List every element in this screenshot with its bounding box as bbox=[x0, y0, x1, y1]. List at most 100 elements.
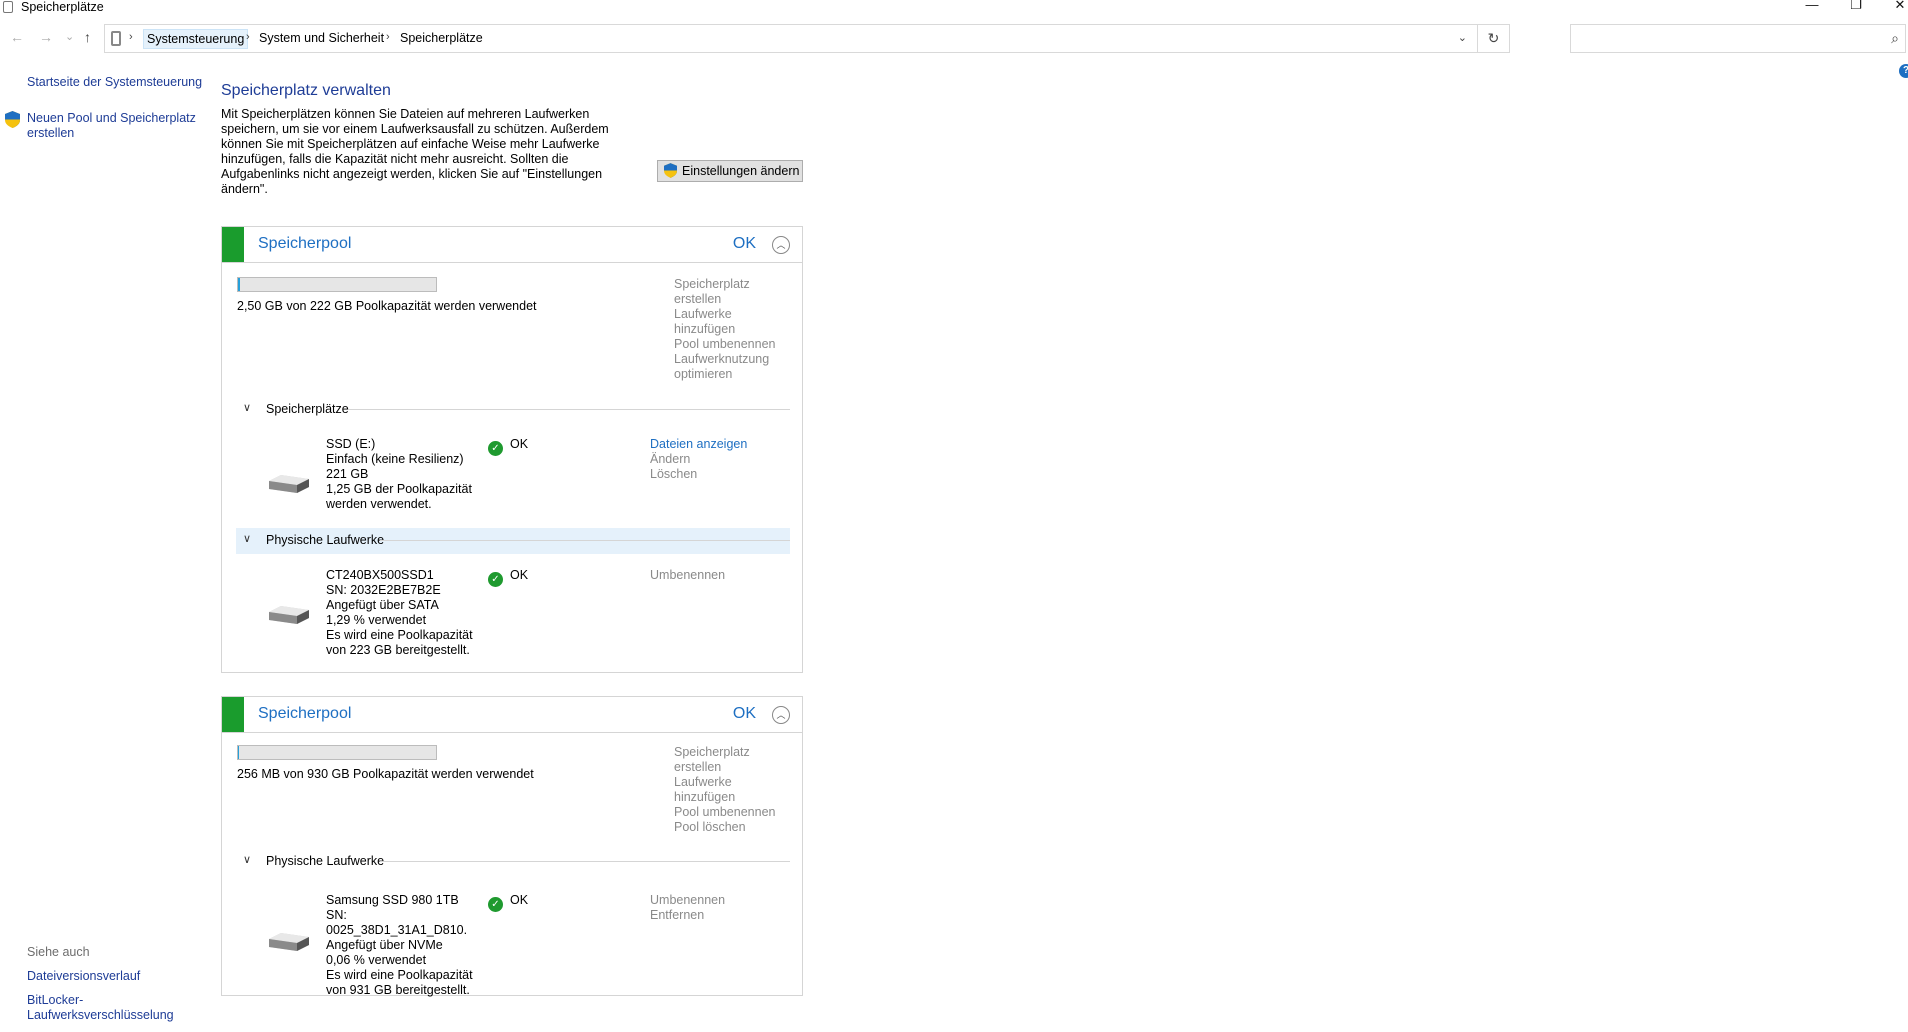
drive-model: CT240BX500SSD1 bbox=[326, 568, 434, 582]
ok-check-icon: ✓ bbox=[488, 897, 503, 912]
drive-serial: SN: 2032E2BE7B2E bbox=[326, 583, 441, 597]
drive-icon bbox=[269, 475, 309, 493]
space-size: 221 GB bbox=[326, 467, 369, 481]
pool-name: Speicherpool bbox=[258, 235, 352, 252]
sidebar-link-file-history[interactable]: Dateiversionsverlauf bbox=[27, 969, 140, 984]
uac-shield-icon bbox=[664, 163, 677, 178]
collapse-icon[interactable]: ︿ bbox=[772, 706, 790, 724]
storage-pool-card: Speicherpool OK ︿ 256 MB von 930 GB Pool… bbox=[221, 696, 803, 998]
sidebar-link-new-pool[interactable]: Neuen Pool und Speicherplatz erstellen bbox=[27, 111, 197, 141]
chevron-down-icon[interactable]: ∨ bbox=[243, 401, 251, 414]
pool-status: OK bbox=[732, 235, 756, 252]
pool-usage-text: 2,50 GB von 222 GB Poolkapazität werden … bbox=[237, 299, 537, 313]
chevron-down-icon[interactable]: ∨ bbox=[243, 853, 251, 866]
drive-serial: SN: 0025_38D1_31A1_D810. bbox=[326, 908, 468, 937]
action-rename-drive[interactable]: Umbenennen bbox=[650, 568, 725, 583]
section-physical-drives[interactable]: ∨ Physische Laufwerke bbox=[236, 849, 790, 875]
pool-health-bar bbox=[222, 227, 244, 262]
section-divider bbox=[380, 540, 790, 541]
pool-actions: Speicherplatz erstellen Laufwerke hinzuf… bbox=[674, 745, 794, 835]
drive-capacity: Es wird eine Poolkapazität von 931 GB be… bbox=[326, 968, 473, 997]
storage-spaces-icon bbox=[3, 1, 13, 13]
pool-usage-bar bbox=[237, 277, 437, 292]
action-optimize-usage[interactable]: Laufwerknutzung optimieren bbox=[674, 352, 794, 382]
close-button[interactable]: ✕ bbox=[1880, 0, 1908, 13]
ok-check-icon: ✓ bbox=[488, 441, 503, 456]
sidebar-link-home[interactable]: Startseite der Systemsteuerung bbox=[27, 75, 202, 90]
action-add-drives[interactable]: Laufwerke hinzufügen bbox=[674, 307, 794, 337]
action-rename-pool[interactable]: Pool umbenennen bbox=[674, 805, 794, 820]
drive-model: Samsung SSD 980 1TB bbox=[326, 893, 459, 907]
pool-health-bar bbox=[222, 697, 244, 732]
see-also-heading: Siehe auch bbox=[27, 945, 90, 959]
ok-check-icon: ✓ bbox=[488, 572, 503, 587]
drive-bus: Angefügt über NVMe bbox=[326, 938, 443, 952]
section-label: Speicherplätze bbox=[266, 402, 349, 416]
drive-status-text: OK bbox=[510, 568, 529, 582]
drive-info: CT240BX500SSD1 SN: 2032E2BE7B2E Angefügt… bbox=[326, 568, 476, 658]
drive-capacity: Es wird eine Poolkapazität von 223 GB be… bbox=[326, 628, 473, 657]
up-arrow-icon[interactable]: ↑ bbox=[84, 29, 91, 45]
drive-usage: 0,06 % verwendet bbox=[326, 953, 427, 967]
action-rename-pool[interactable]: Pool umbenennen bbox=[674, 337, 794, 352]
change-settings-label: Einstellungen ändern bbox=[682, 164, 800, 178]
storage-pool-card: Speicherpool OK ︿ 2,50 GB von 222 GB Poo… bbox=[221, 226, 803, 673]
restore-button[interactable]: ❐ bbox=[1836, 0, 1876, 13]
pool-header: Speicherpool OK ︿ bbox=[222, 227, 802, 263]
action-change-space[interactable]: Ändern bbox=[650, 452, 747, 467]
breadcrumb-separator-icon[interactable]: › bbox=[246, 31, 250, 43]
window-title: Speicherplätze bbox=[21, 0, 104, 14]
action-create-space[interactable]: Speicherplatz erstellen bbox=[674, 277, 794, 307]
action-delete-pool[interactable]: Pool löschen bbox=[674, 820, 794, 835]
breadcrumb-separator-icon[interactable]: › bbox=[386, 31, 390, 43]
forward-arrow-icon[interactable]: → bbox=[39, 29, 53, 45]
search-icon[interactable]: ⌕ bbox=[1891, 30, 1899, 47]
pool-actions: Speicherplatz erstellen Laufwerke hinzuf… bbox=[674, 277, 794, 382]
chevron-down-icon[interactable]: ∨ bbox=[243, 532, 251, 545]
pool-usage-text: 256 MB von 930 GB Poolkapazität werden v… bbox=[237, 767, 534, 781]
pool-usage-fill bbox=[238, 746, 239, 759]
action-add-drives[interactable]: Laufwerke hinzufügen bbox=[674, 775, 794, 805]
action-delete-space[interactable]: Löschen bbox=[650, 467, 747, 482]
drive-bus: Angefügt über SATA bbox=[326, 598, 439, 612]
action-create-space[interactable]: Speicherplatz erstellen bbox=[674, 745, 794, 775]
recent-locations-icon[interactable]: ⌄ bbox=[65, 30, 74, 43]
drive-info: Samsung SSD 980 1TB SN: 0025_38D1_31A1_D… bbox=[326, 893, 476, 998]
address-dropdown-icon[interactable]: ⌄ bbox=[1458, 31, 1467, 44]
space-info: SSD (E:) Einfach (keine Resilienz) 221 G… bbox=[326, 437, 476, 512]
pool-usage-fill bbox=[238, 278, 241, 291]
section-storage-spaces[interactable]: ∨ Speicherplätze bbox=[236, 397, 790, 423]
change-settings-button[interactable]: Einstellungen ändern bbox=[657, 160, 803, 182]
section-label: Physische Laufwerke bbox=[266, 854, 385, 868]
space-name: SSD (E:) bbox=[326, 437, 376, 451]
drive-actions: Umbenennen Entfernen bbox=[650, 893, 725, 923]
minimize-button[interactable]: — bbox=[1792, 0, 1832, 13]
drive-actions: Umbenennen bbox=[650, 568, 725, 583]
breadcrumb-speicherplaetze[interactable]: Speicherplätze bbox=[400, 31, 483, 45]
section-physical-drives[interactable]: ∨ Physische Laufwerke bbox=[236, 528, 790, 554]
action-rename-drive[interactable]: Umbenennen bbox=[650, 893, 725, 908]
breadcrumb-system-und-sicherheit[interactable]: System und Sicherheit bbox=[259, 31, 384, 45]
drive-status-text: OK bbox=[510, 893, 529, 907]
page-title: Speicherplatz verwalten bbox=[221, 82, 391, 99]
drive-icon bbox=[269, 606, 309, 624]
drive-status: ✓ OK bbox=[488, 568, 528, 587]
address-bar[interactable]: › Systemsteuerung › System und Sicherhei… bbox=[104, 24, 1510, 53]
search-input[interactable]: ⌕ bbox=[1570, 24, 1906, 53]
pool-name: Speicherpool bbox=[258, 705, 352, 722]
space-resiliency: Einfach (keine Resilienz) bbox=[326, 452, 464, 466]
help-icon[interactable]: ? bbox=[1899, 64, 1908, 78]
breadcrumb-separator-icon: › bbox=[129, 31, 133, 43]
action-view-files[interactable]: Dateien anzeigen bbox=[650, 437, 747, 452]
space-actions: Dateien anzeigen Ändern Löschen bbox=[650, 437, 747, 482]
refresh-icon[interactable]: ↻ bbox=[1477, 25, 1509, 52]
back-arrow-icon[interactable]: ← bbox=[10, 29, 24, 45]
title-bar: Speicherplätze — ❐ ✕ bbox=[0, 0, 1908, 14]
collapse-icon[interactable]: ︿ bbox=[772, 236, 790, 254]
space-status: ✓ OK bbox=[488, 437, 528, 456]
breadcrumb-systemsteuerung[interactable]: Systemsteuerung bbox=[143, 29, 249, 49]
action-remove-drive[interactable]: Entfernen bbox=[650, 908, 725, 923]
pool-status: OK bbox=[732, 705, 756, 722]
section-divider bbox=[380, 861, 790, 862]
sidebar-link-bitlocker[interactable]: BitLocker-Laufwerksverschlüsselung bbox=[27, 993, 177, 1023]
